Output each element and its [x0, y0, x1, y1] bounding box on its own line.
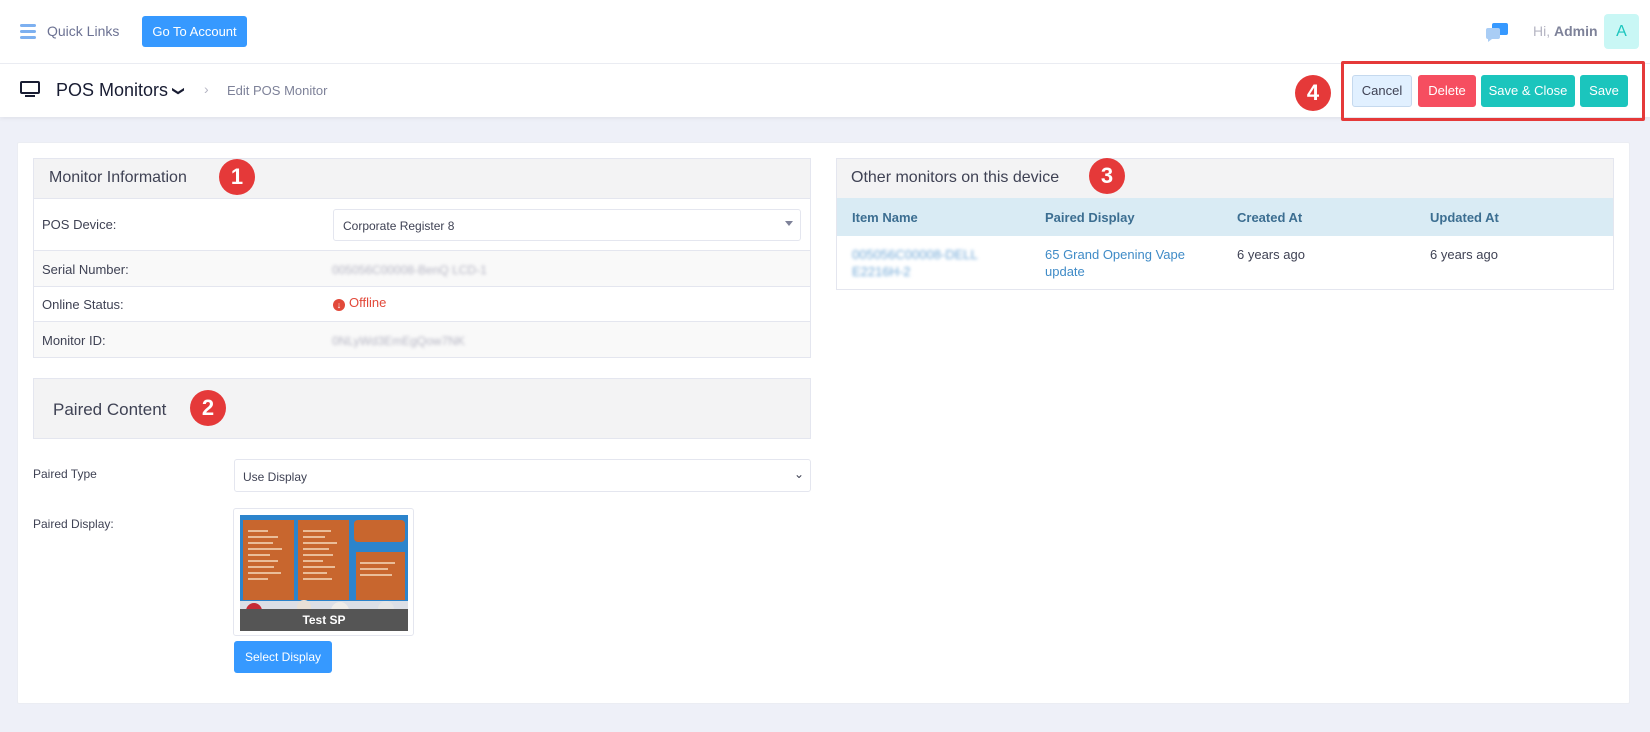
paired-display-label: Paired Display: — [33, 517, 114, 531]
delete-button[interactable]: Delete — [1418, 75, 1476, 107]
caret-down-icon — [785, 221, 793, 226]
page-title: POS Monitors — [56, 80, 169, 100]
chevron-down-icon[interactable]: ❯ — [172, 86, 186, 96]
created-at-cell: 6 years ago — [1237, 247, 1305, 262]
avatar[interactable]: A — [1604, 14, 1639, 49]
top-bar: Quick Links Go To Account Hi, Admin A — [0, 0, 1650, 64]
user-greeting: Hi, Admin — [1533, 23, 1598, 39]
serial-number-value: 005056C00008-BenQ LCD-1 — [332, 263, 487, 277]
updated-at-cell: 6 years ago — [1430, 247, 1498, 262]
monitor-id-label: Monitor ID: — [42, 333, 106, 348]
column-item-name[interactable]: Item Name — [852, 210, 918, 225]
display-name: Test SP — [240, 609, 408, 631]
go-to-account-button[interactable]: Go To Account — [142, 16, 247, 47]
save-button[interactable]: Save — [1580, 75, 1628, 107]
arrow-down-circle-icon: ↓ — [333, 299, 345, 311]
breadcrumb: Edit POS Monitor — [227, 83, 328, 98]
paired-type-select[interactable]: Use Display ⌄ — [234, 459, 811, 492]
column-updated-at[interactable]: Updated At — [1430, 210, 1499, 225]
annotation-badge-2: 2 — [190, 390, 226, 426]
serial-number-row: Serial Number: 005056C00008-BenQ LCD-1 — [34, 250, 810, 286]
annotation-badge-3: 3 — [1089, 158, 1125, 194]
display-preview-image: Test SP — [240, 515, 408, 631]
other-monitors-table: Item Name Paired Display Created At Upda… — [836, 198, 1614, 290]
column-paired-display[interactable]: Paired Display — [1045, 210, 1135, 225]
paired-type-value: Use Display — [243, 470, 308, 484]
item-name-link[interactable]: 005056C00008-DELL E2216H-2 — [852, 246, 992, 280]
online-status-row: Online Status: — [34, 286, 810, 321]
quick-links-link[interactable]: Quick Links — [47, 23, 119, 39]
pos-device-value: Corporate Register 8 — [343, 219, 455, 233]
paired-display-thumbnail[interactable]: Test SP — [233, 508, 414, 636]
paired-display-link[interactable]: 65 Grand Opening Vape update — [1045, 246, 1205, 280]
chevron-down-icon: ⌄ — [793, 467, 804, 481]
monitor-icon — [20, 81, 40, 97]
column-created-at[interactable]: Created At — [1237, 210, 1302, 225]
pos-device-select[interactable]: Corporate Register 8 — [333, 209, 801, 241]
paired-type-label: Paired Type — [33, 467, 97, 481]
select-display-button[interactable]: Select Display — [234, 641, 332, 673]
online-status-value: ↓ Offline — [333, 295, 386, 311]
annotation-badge-4: 4 — [1295, 75, 1331, 111]
monitor-id-row: Monitor ID: 0NLyWd3EmEgQow7NK — [34, 321, 810, 357]
menu-icon[interactable] — [20, 24, 36, 39]
online-status-label: Online Status: — [42, 297, 124, 312]
serial-number-label: Serial Number: — [42, 262, 129, 277]
monitor-id-value: 0NLyWd3EmEgQow7NK — [332, 334, 465, 348]
cancel-button[interactable]: Cancel — [1352, 75, 1412, 107]
paired-content-title: Paired Content — [53, 400, 167, 419]
save-close-button[interactable]: Save & Close — [1481, 75, 1575, 107]
monitor-info-title: Monitor Information — [49, 169, 187, 186]
chat-icon[interactable] — [1485, 22, 1509, 42]
pos-device-label: POS Device: — [42, 217, 117, 232]
chevron-right-icon: › — [204, 81, 209, 97]
other-monitors-title: Other monitors on this device — [851, 169, 1060, 186]
table-header: Item Name Paired Display Created At Upda… — [837, 198, 1613, 236]
annotation-badge-1: 1 — [219, 159, 255, 195]
